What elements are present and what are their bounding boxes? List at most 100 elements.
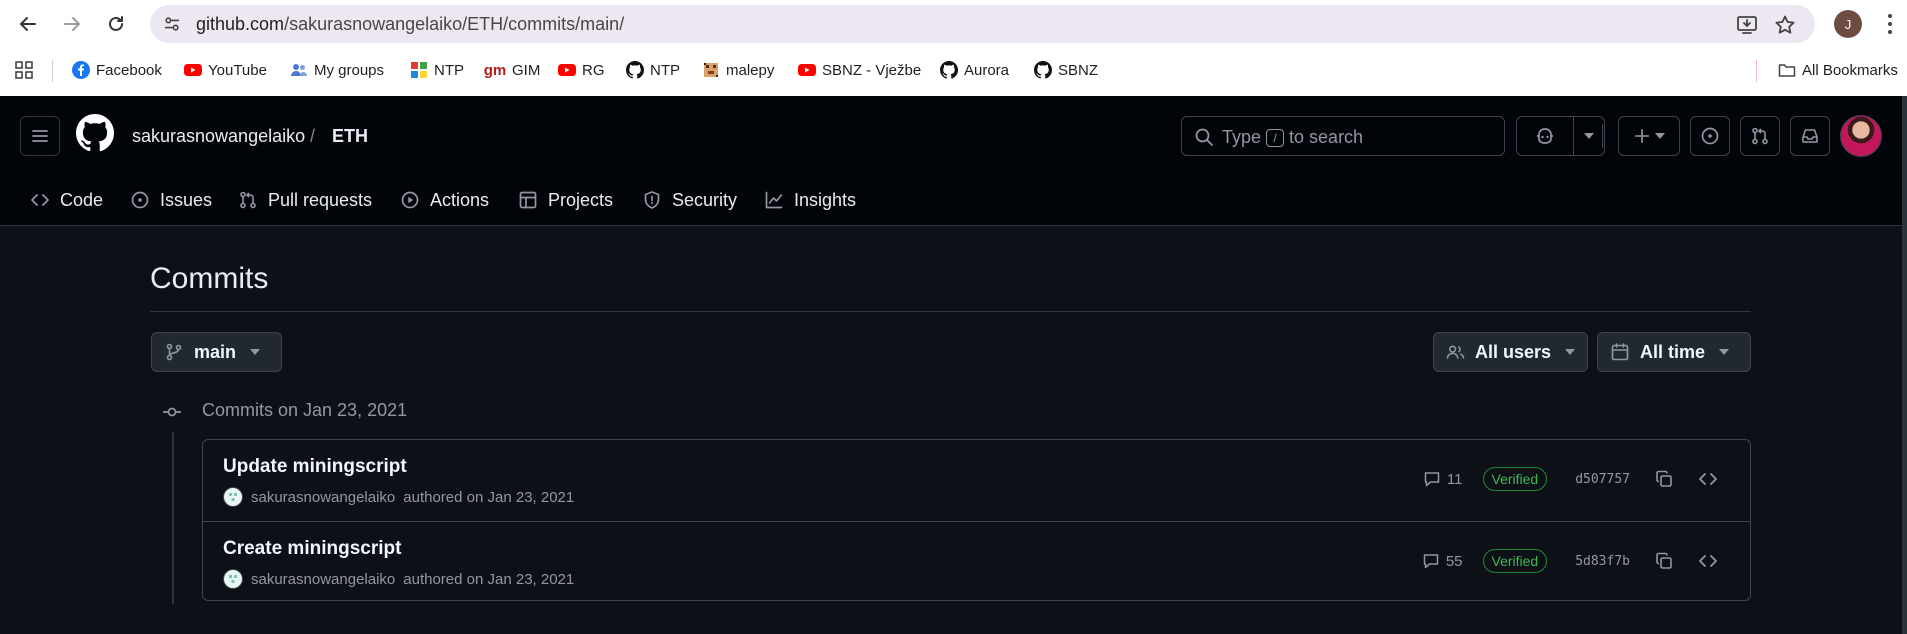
hamburger-icon [32,130,48,142]
bookmark-label: Aurora [964,61,1010,79]
inbox-button[interactable] [1790,116,1830,156]
people-icon [1446,345,1465,359]
author-link[interactable]: sakurasnowangelaiko [251,489,395,506]
bookmark-item[interactable]: YouTube [184,58,267,82]
bookmark-label: NTP [650,61,680,79]
apps-grid-icon[interactable] [14,60,34,80]
commit-meta: sakurasnowangelaiko authored on Jan 23, … [223,487,574,507]
repo-name-link[interactable]: ETH [332,126,368,147]
header-divider [1602,124,1603,148]
tab-actions[interactable]: Actions [400,180,489,220]
commit-title-link[interactable]: Update miningscript [223,456,407,478]
repo-nav: Code Issues Pull requests Actions Projec… [0,180,1907,220]
reload-button[interactable] [102,10,130,38]
tab-projects[interactable]: Projects [518,180,613,220]
bookmark-item[interactable]: NTP [410,58,464,82]
bookmark-item[interactable]: SBNZ [1034,58,1098,82]
search-placeholder-suffix: to search [1289,127,1364,147]
tab-insights-label: Insights [794,189,857,210]
bookmark-item[interactable]: Aurora [940,58,1009,82]
copilot-menu-button[interactable] [1573,116,1605,156]
code-icon [31,194,49,206]
bookmark-item[interactable]: RG [558,58,605,82]
bookmark-item[interactable]: My groups [290,58,384,82]
tab-insights[interactable]: Insights [764,180,856,220]
bookmark-star-icon[interactable] [1774,14,1796,36]
issues-button[interactable] [1690,116,1730,156]
commit-list: Update miningscript sakurasnowangelaiko … [202,439,1751,601]
users-filter-button[interactable]: All users [1433,332,1588,372]
tab-issues[interactable]: Issues [130,180,212,220]
page-scrollbar[interactable] [1902,96,1907,634]
chevron-down-icon [1584,133,1594,139]
search-placeholder: Type / to search [1222,127,1363,148]
browser-menu-icon[interactable] [1880,12,1900,36]
arrow-right-icon [64,17,80,31]
tab-pull-requests-label: Pull requests [268,189,373,210]
comments-count[interactable]: 11 [1423,470,1463,488]
author-avatar[interactable] [223,487,243,507]
global-menu-button[interactable] [20,116,60,156]
install-app-icon[interactable] [1736,14,1758,36]
author-link[interactable]: sakurasnowangelaiko [251,571,395,588]
comments-count-value: 11 [1446,470,1463,488]
bookmark-label: malepy [726,61,775,79]
play-icon [401,191,419,209]
github-logo-icon[interactable] [76,114,114,152]
git-branch-icon [166,343,182,361]
bookmark-label: RG [582,61,605,79]
time-filter-label: All time [1640,341,1706,362]
repo-owner-link[interactable]: sakurasnowangelaiko [132,126,305,147]
bookmark-item[interactable]: malepy [702,58,774,82]
tab-pull-requests[interactable]: Pull requests [238,180,372,220]
create-new-button[interactable] [1618,116,1680,156]
git-commit-icon [163,407,181,417]
search-input[interactable]: Type / to search [1181,116,1505,156]
all-bookmarks-label: All Bookmarks [1802,61,1898,79]
tab-projects-label: Projects [548,189,614,210]
branch-selector-button[interactable]: main [151,332,282,372]
back-button[interactable] [14,10,42,38]
bookmark-label: My groups [314,61,385,79]
comment-icon [1423,554,1439,569]
pull-requests-button[interactable] [1740,116,1780,156]
site-info-icon[interactable] [162,14,182,34]
commit-sha-link[interactable]: 5d83f7b [1575,554,1630,569]
commit-sha-link[interactable]: d507757 [1575,472,1630,487]
pull-request-icon [240,191,256,209]
copy-sha-button[interactable] [1652,467,1676,491]
tab-code[interactable]: Code [30,180,103,220]
url-text[interactable]: github.com/sakurasnowangelaiko/ETH/commi… [196,14,624,35]
bookmarks-divider [52,60,53,82]
users-filter-label: All users [1474,341,1551,362]
tab-security[interactable]: Security [642,180,737,220]
author-avatar[interactable] [223,569,243,589]
copy-sha-button[interactable] [1652,549,1676,573]
tab-code-label: Code [60,189,104,210]
commit-actions: 11 Verified d507757 [1423,464,1720,494]
bookmark-item[interactable]: SBNZ - Vježbe [798,58,921,82]
bookmark-label: GIM [512,61,541,79]
bookmark-item[interactable]: Facebook [72,58,162,82]
code-icon [1699,473,1717,485]
copilot-button[interactable] [1516,116,1574,156]
verified-badge[interactable]: Verified [1482,549,1548,573]
address-bar[interactable]: github.com/sakurasnowangelaiko/ETH/commi… [150,5,1815,43]
time-filter-button[interactable]: All time [1597,332,1751,372]
user-avatar[interactable] [1840,115,1882,157]
commit-row: Update miningscript sakurasnowangelaiko … [203,440,1750,521]
browse-code-button[interactable] [1696,549,1720,573]
forward-button[interactable] [58,10,86,38]
browse-code-button[interactable] [1696,467,1720,491]
commit-title-link[interactable]: Create miningscript [223,538,401,560]
issue-icon [131,191,149,209]
github-icon [626,61,644,79]
authored-date: authored on Jan 23, 2021 [403,570,575,588]
pull-request-icon [1752,127,1768,145]
browser-profile-avatar[interactable]: J [1834,10,1862,38]
bookmark-item[interactable]: gm GIM [484,58,541,82]
verified-badge[interactable]: Verified [1482,467,1548,491]
comments-count[interactable]: 55 [1422,552,1463,570]
all-bookmarks-button[interactable]: All Bookmarks [1778,58,1898,82]
bookmark-item[interactable]: NTP [626,58,680,82]
